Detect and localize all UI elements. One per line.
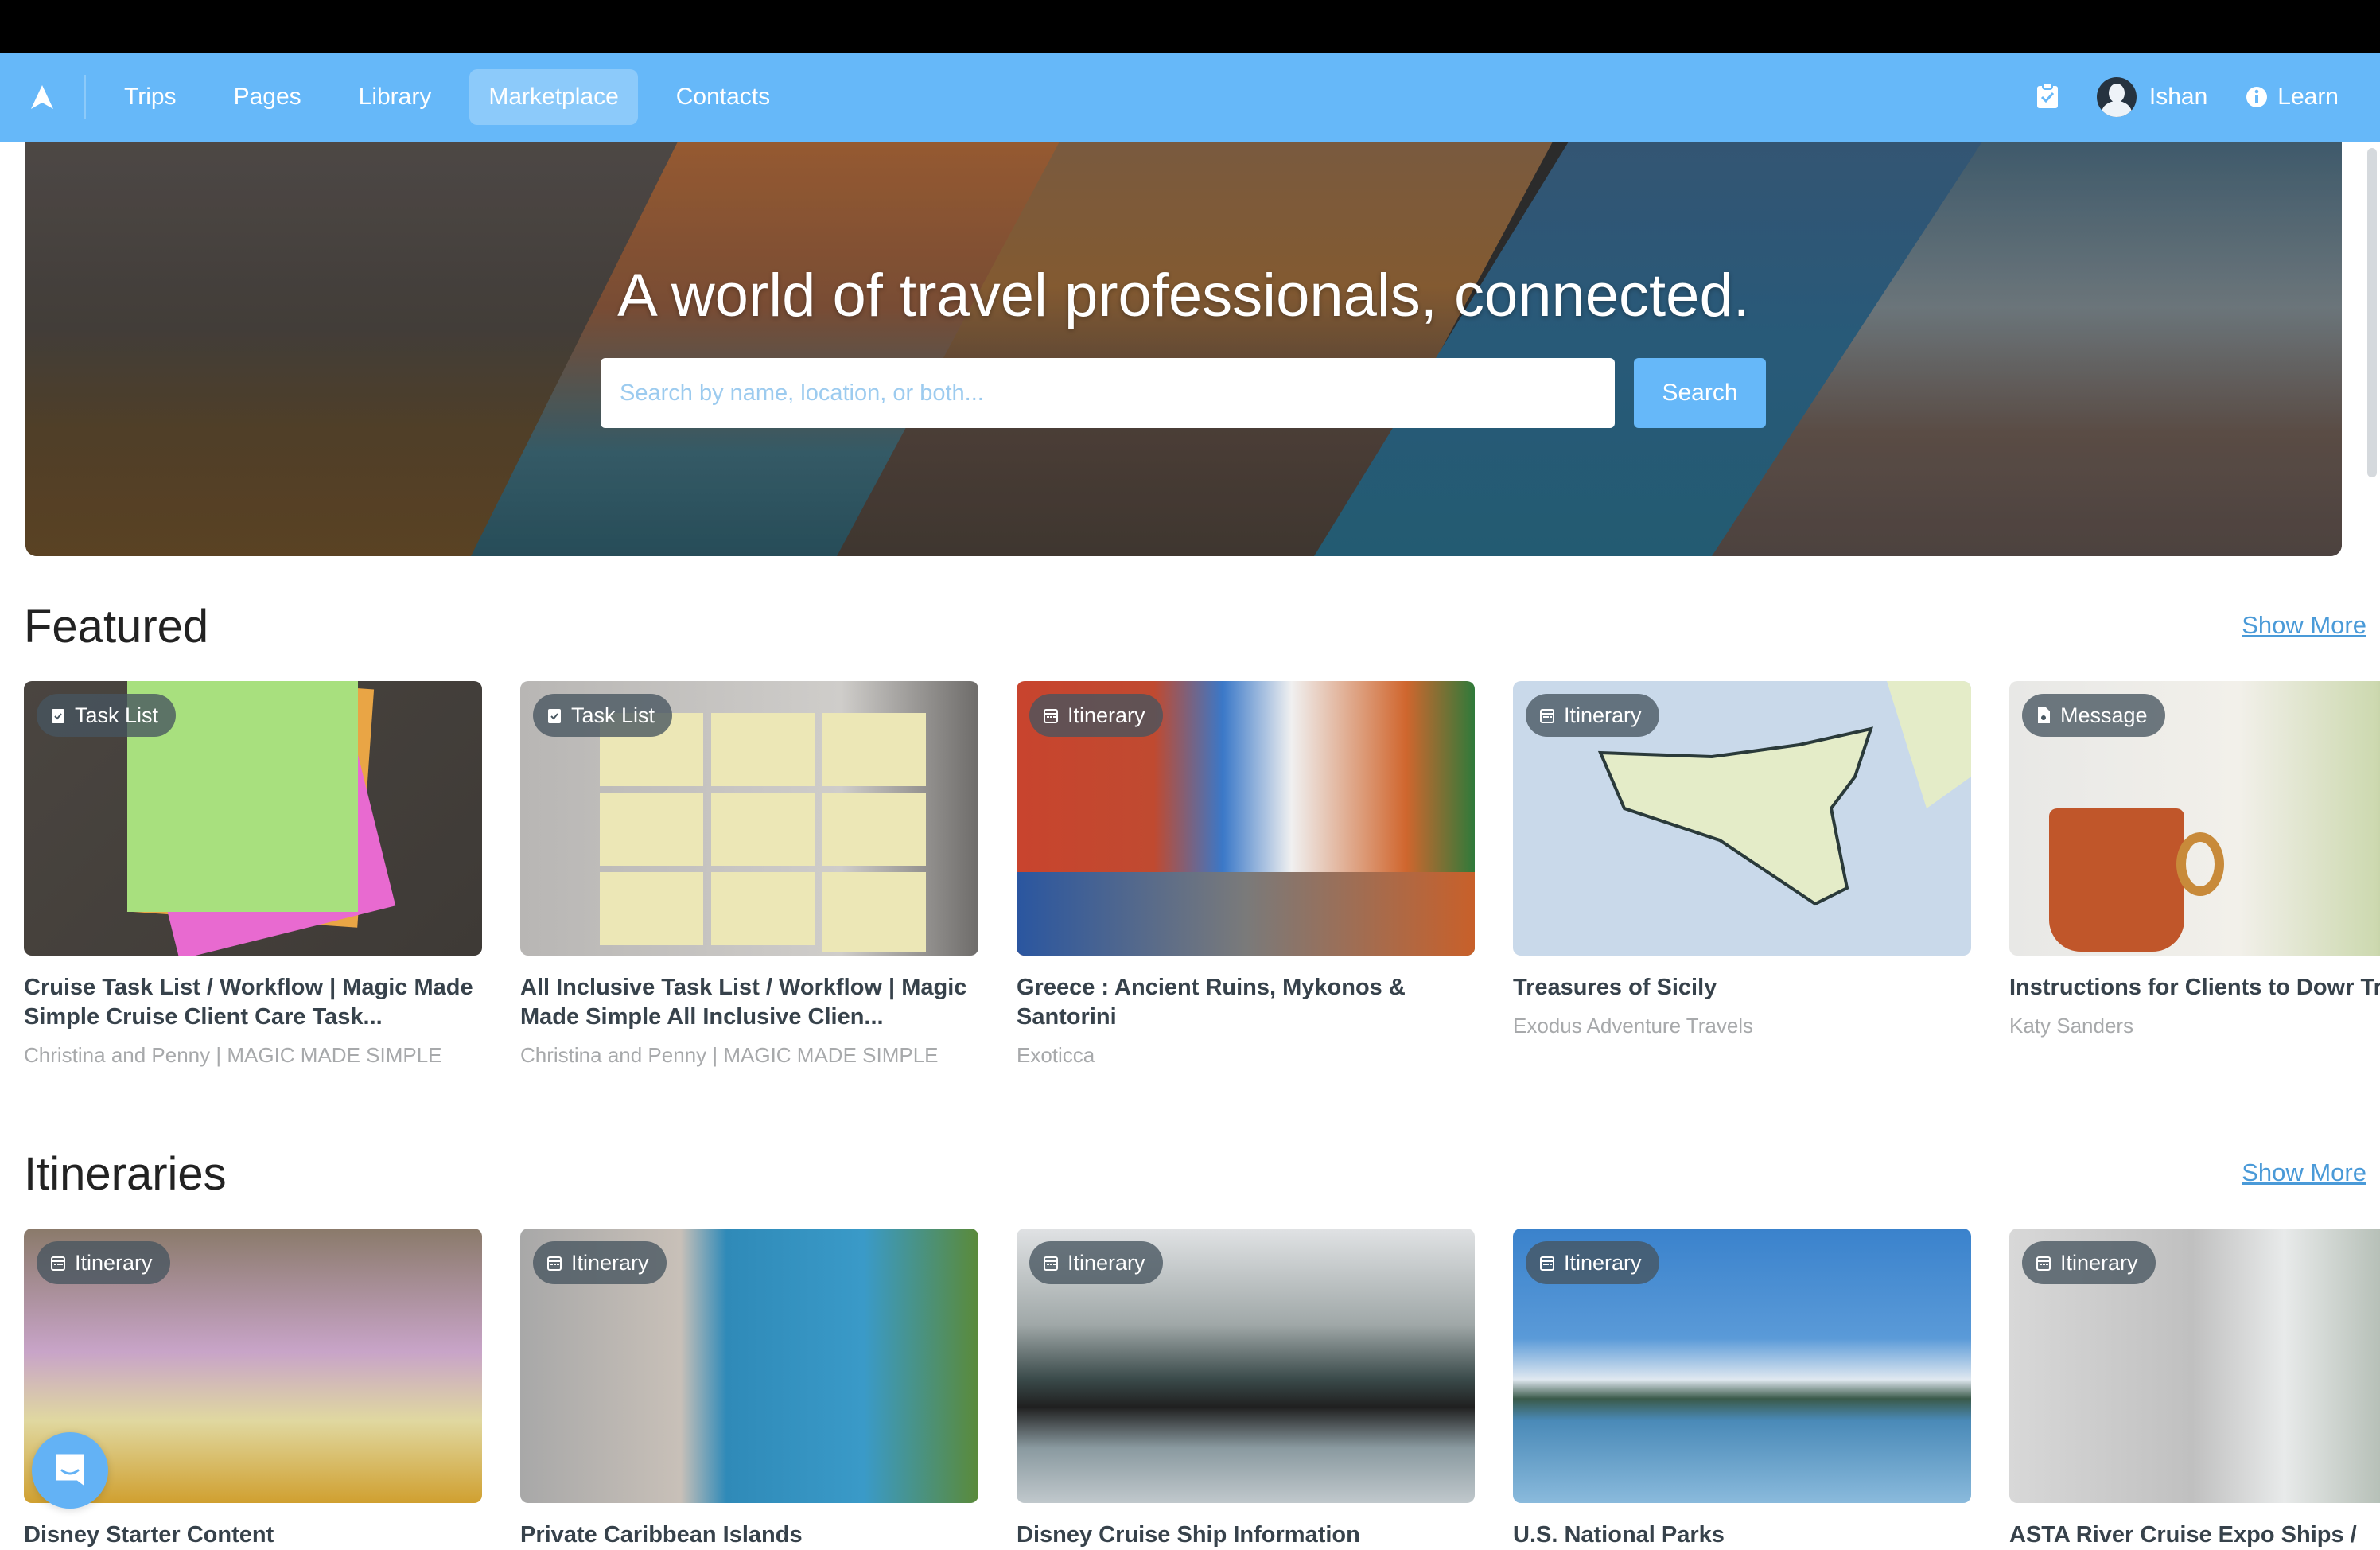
info-icon: [2246, 87, 2268, 107]
itinerary-cards: Itinerary Disney Starter Content Itinera…: [24, 1229, 2380, 1550]
window-top-bar: [0, 0, 2380, 53]
card-title: Cruise Task List / Workflow | Magic Made…: [24, 975, 473, 1030]
itinerary-card[interactable]: Itinerary Disney Cruise Ship Information: [1017, 1229, 1475, 1550]
search-input[interactable]: [601, 358, 1615, 428]
card-title: Instructions for Clients to Dowr Trip Pl…: [2009, 975, 2380, 1000]
card-badge: Task List: [533, 694, 673, 737]
clipboard-check-icon: [548, 709, 561, 723]
card-badge: Itinerary: [2022, 1241, 2156, 1284]
calendar-icon: [547, 1256, 562, 1271]
card-author: Katy Sanders: [2009, 1014, 2134, 1038]
section-title-featured: Featured: [24, 601, 209, 652]
featured-card[interactable]: Message Instructions for Clients to Dowr…: [2009, 681, 2380, 1068]
calendar-icon: [2036, 1256, 2051, 1271]
card-thumbnail: Task List: [520, 681, 978, 956]
page-scrollbar[interactable]: [2367, 148, 2377, 477]
card-thumbnail: Message: [2009, 681, 2380, 956]
card-title: U.S. National Parks: [1513, 1522, 1725, 1548]
card-badge: Itinerary: [1029, 1241, 1163, 1284]
featured-show-more-link[interactable]: Show More: [2242, 611, 2366, 640]
itinerary-card[interactable]: Itinerary Private Caribbean Islands: [520, 1229, 978, 1550]
featured-card[interactable]: Itinerary Greece : Ancient Ruins, Mykono…: [1017, 681, 1475, 1068]
search-button[interactable]: Search: [1634, 358, 1766, 428]
card-badge: Itinerary: [1526, 1241, 1659, 1284]
card-title: ASTA River Cruise Expo Ships /: [2009, 1522, 2357, 1548]
card-thumbnail: Itinerary: [1017, 681, 1475, 956]
calendar-icon: [51, 1256, 65, 1271]
card-author: Exoticca: [1017, 1043, 1095, 1067]
card-title: Private Caribbean Islands: [520, 1522, 803, 1548]
chat-bubble-icon: [56, 1454, 84, 1486]
card-thumbnail: Itinerary: [1513, 1229, 1971, 1503]
calendar-icon: [1044, 709, 1058, 723]
itineraries-show-more-link[interactable]: Show More: [2242, 1159, 2366, 1187]
learn-label: Learn: [2277, 84, 2339, 110]
logo-arrow-icon: [31, 85, 53, 109]
user-menu[interactable]: Ishan: [2096, 77, 2208, 117]
itinerary-card[interactable]: Itinerary Disney Starter Content: [24, 1229, 482, 1550]
card-title: Greece : Ancient Ruins, Mykonos & Santor…: [1017, 975, 1406, 1030]
clipboard-check-icon[interactable]: [2036, 81, 2059, 113]
clipboard-check-icon: [52, 709, 64, 723]
calendar-icon: [1540, 709, 1554, 723]
card-badge: Task List: [37, 694, 177, 737]
nav-item-contacts[interactable]: Contacts: [657, 69, 789, 125]
nav-item-pages[interactable]: Pages: [215, 69, 321, 125]
card-badge: Itinerary: [37, 1241, 170, 1284]
card-title: All Inclusive Task List / Workflow | Mag…: [520, 975, 967, 1030]
featured-cards: Task List Cruise Task List / Workflow | …: [24, 681, 2380, 1068]
card-thumbnail: Itinerary: [2009, 1229, 2380, 1503]
document-icon: [2038, 707, 2050, 723]
hero-banner: A world of travel professionals, connect…: [25, 142, 2342, 556]
nav-item-marketplace[interactable]: Marketplace: [469, 69, 638, 125]
main-nav: Trips Pages Library Marketplace Contacts…: [0, 53, 2380, 142]
card-title: Treasures of Sicily: [1513, 975, 1717, 1000]
card-author: Christina and Penny | MAGIC MADE SIMPLE: [24, 1043, 442, 1067]
card-thumbnail: Itinerary: [1017, 1229, 1475, 1503]
featured-card[interactable]: Task List All Inclusive Task List / Work…: [520, 681, 978, 1068]
card-thumbnail: Itinerary: [520, 1229, 978, 1503]
nav-item-library[interactable]: Library: [340, 69, 451, 125]
user-name: Ishan: [2149, 84, 2208, 110]
card-title: Disney Cruise Ship Information: [1017, 1522, 1360, 1548]
learn-button[interactable]: Learn: [2246, 84, 2339, 111]
card-badge: Message: [2022, 694, 2165, 737]
featured-card[interactable]: Task List Cruise Task List / Workflow | …: [24, 681, 482, 1068]
section-title-itineraries: Itineraries: [24, 1148, 227, 1200]
hero-search: Search: [601, 358, 1766, 428]
hero-headline: A world of travel professionals, connect…: [617, 262, 1750, 329]
itinerary-card[interactable]: Itinerary ASTA River Cruise Expo Ships /: [2009, 1229, 2380, 1550]
calendar-icon: [1044, 1256, 1058, 1271]
card-title: Disney Starter Content: [24, 1522, 274, 1548]
avatar: [2096, 77, 2137, 117]
card-badge: Itinerary: [533, 1241, 667, 1284]
chat-launcher-button[interactable]: [32, 1432, 108, 1509]
card-badge: Itinerary: [1029, 694, 1163, 737]
card-thumbnail: Itinerary: [1513, 681, 1971, 956]
featured-section: Featured Show More Task List Cruise Task…: [24, 600, 2380, 1067]
itineraries-section: Itineraries Show More Itinerary Disney S…: [24, 1147, 2380, 1548]
nav-item-trips[interactable]: Trips: [105, 69, 196, 125]
calendar-icon: [1540, 1256, 1554, 1271]
card-author: Exodus Adventure Travels: [1513, 1014, 1754, 1038]
card-badge: Itinerary: [1526, 694, 1659, 737]
nav-right: Ishan Learn: [2036, 53, 2339, 142]
featured-card[interactable]: Itinerary Treasures of Sicily Exodus Adv…: [1513, 681, 1971, 1068]
card-thumbnail: Task List: [24, 681, 482, 956]
app-logo[interactable]: [0, 75, 86, 119]
card-author: Christina and Penny | MAGIC MADE SIMPLE: [520, 1043, 939, 1067]
itinerary-card[interactable]: Itinerary U.S. National Parks: [1513, 1229, 1971, 1550]
